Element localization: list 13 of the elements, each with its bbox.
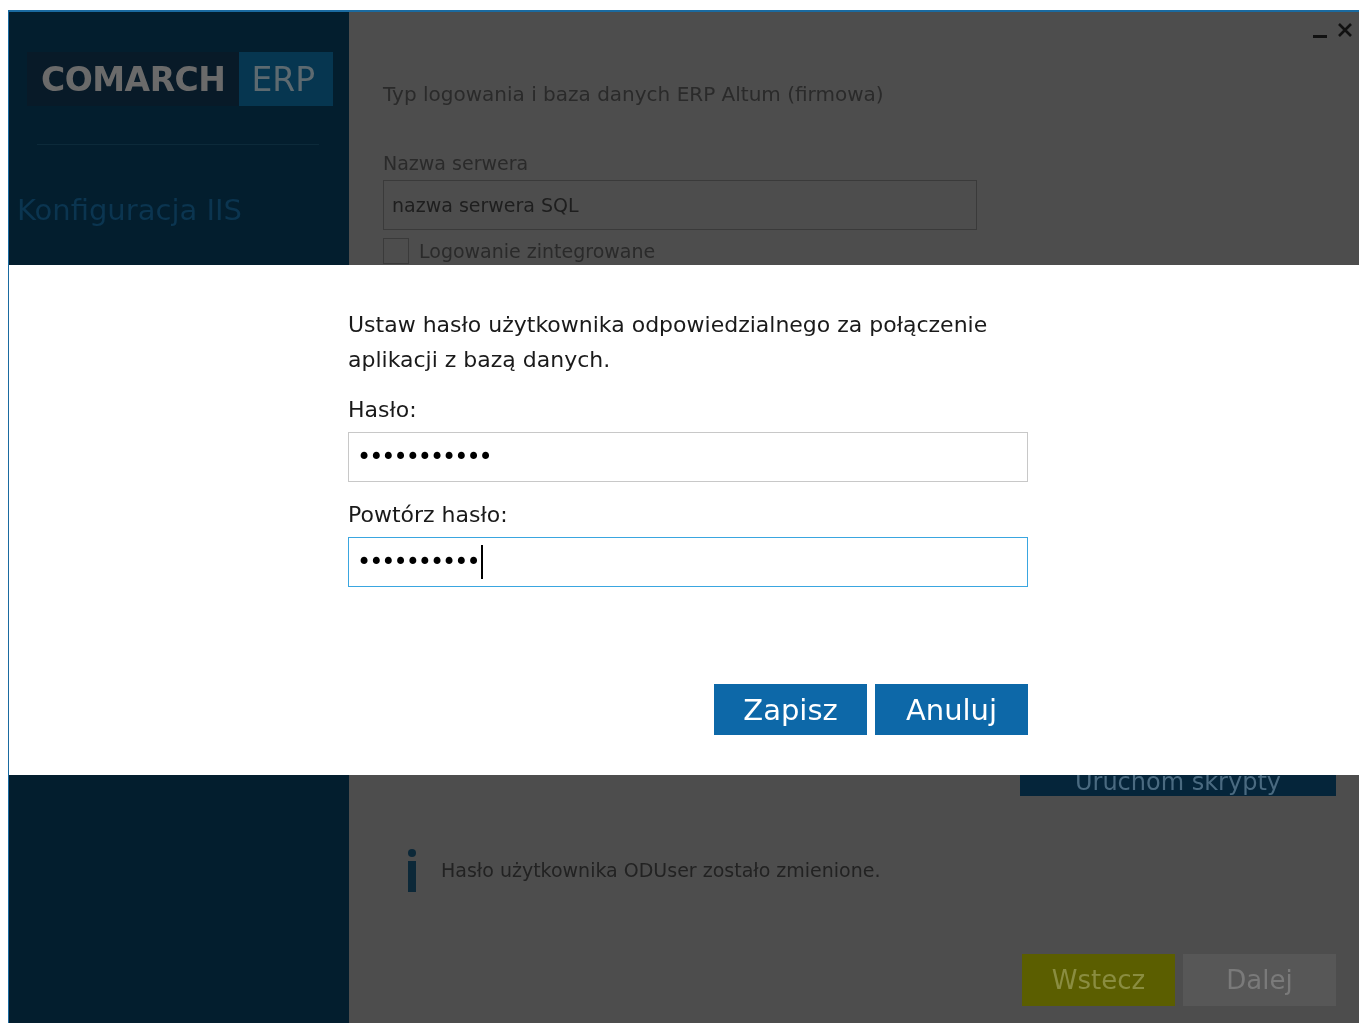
field-label: Hasło: bbox=[348, 397, 418, 422]
dialog-message: Ustaw hasło użytkownika odpowiedzialnego za połączenie aplikacji z bazą danych. bbox=[348, 311, 989, 374]
cancel-button[interactable]: Anuluj bbox=[875, 684, 1028, 735]
password-field[interactable]: •••••••••• bbox=[348, 537, 1028, 587]
minimize-icon[interactable] bbox=[1313, 34, 1327, 38]
info-icon bbox=[405, 848, 419, 892]
close-icon[interactable] bbox=[1337, 22, 1353, 38]
logo-product: ERP bbox=[239, 52, 333, 106]
password-field[interactable]: ••••••••••• bbox=[348, 432, 1028, 482]
save-button[interactable]: Zapisz bbox=[714, 684, 867, 735]
logo-brand: COMARCH bbox=[27, 52, 240, 106]
field-label: Powtórz hasło: bbox=[348, 502, 509, 527]
checkbox[interactable] bbox=[383, 238, 409, 264]
